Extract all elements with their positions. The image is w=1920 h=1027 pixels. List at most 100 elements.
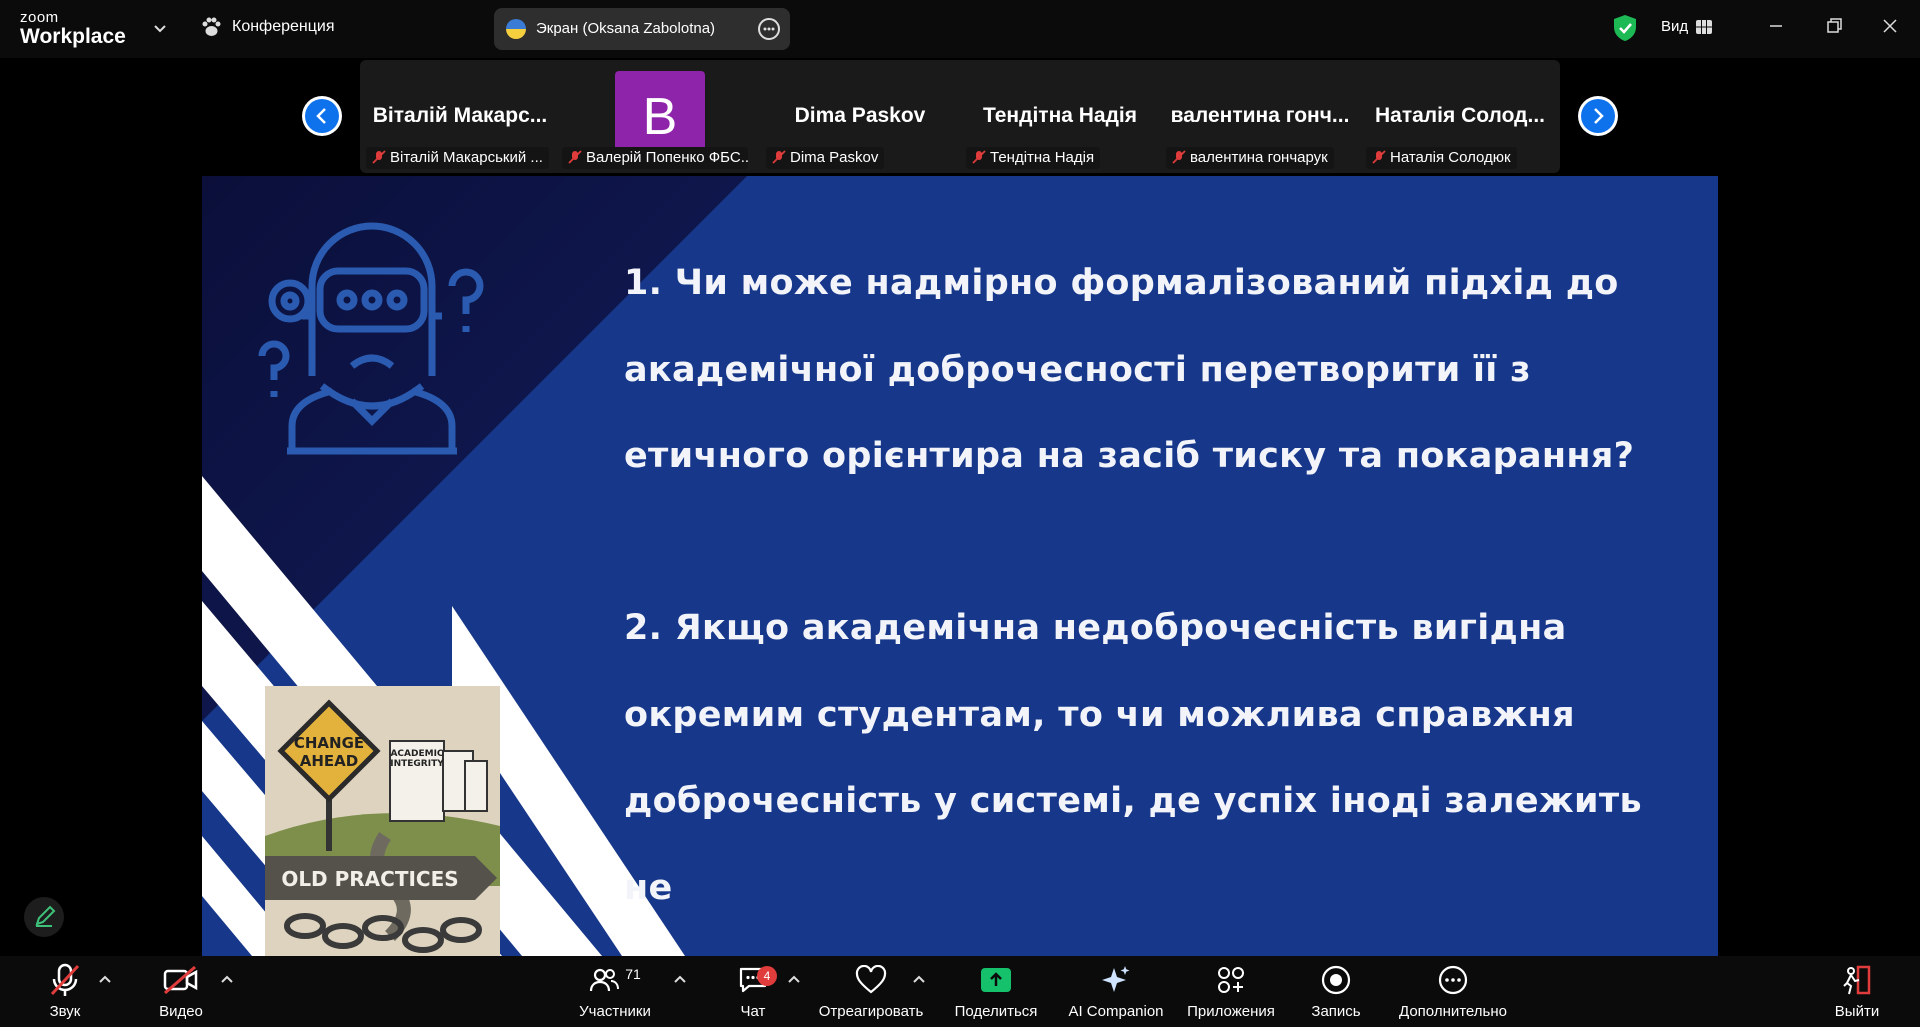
participant-tile[interactable]: Dima Paskov Dima Paskov [762, 60, 958, 173]
leave-button[interactable]: Выйти [1822, 960, 1892, 1020]
chevron-left-icon [316, 108, 326, 124]
audio-button[interactable]: Звук [30, 960, 100, 1020]
change-ahead-illustration: CHANGE AHEAD ACADEMIC INTEGRITY OLD PRAC… [265, 686, 500, 956]
meeting-info-button[interactable]: Конференция [200, 16, 335, 38]
share-label: Поделиться [954, 1003, 1038, 1020]
record-button[interactable]: Запись [1301, 960, 1371, 1020]
participants-label: Участники [579, 1003, 651, 1020]
view-button[interactable]: Вид [1661, 18, 1713, 35]
participant-name-tag: Валерій Попенко ФБС... [562, 147, 748, 169]
chevron-down-icon[interactable] [150, 18, 170, 38]
zoom-workplace-logo: zoom Workplace [20, 10, 126, 47]
doc-academic-text: ACADEMIC [390, 749, 443, 759]
video-button[interactable]: Видео [146, 960, 216, 1020]
old-practices-text: OLD PRACTICES [281, 867, 458, 891]
question-2-line: доброчесність у системі, де успіх іноді … [624, 781, 1642, 908]
participant-name: Валерій Попенко ФБС... [586, 149, 748, 166]
sparkle-icon [1102, 966, 1130, 992]
participants-icon [590, 968, 620, 992]
gallery-next-button[interactable] [1578, 96, 1618, 136]
video-options-caret-icon[interactable] [220, 974, 234, 984]
more-label: Дополнительно [1399, 1003, 1507, 1020]
share-screen-button[interactable]: Поделиться [951, 960, 1041, 1020]
react-options-caret-icon[interactable] [912, 974, 926, 984]
heart-icon [855, 965, 887, 994]
participant-tile[interactable]: валентина гонч... валентина гончарук [1162, 60, 1358, 173]
chat-button[interactable]: Чат [718, 960, 788, 1020]
record-label: Запись [1311, 1003, 1361, 1020]
audio-label: Звук [49, 1003, 81, 1020]
more-options-icon[interactable] [758, 18, 780, 40]
participant-display-name: Наталія Солод... [1375, 104, 1545, 127]
participant-tile[interactable]: Віталій Макарс... Віталій Макарський ... [362, 60, 558, 173]
more-button[interactable]: Дополнительно [1393, 960, 1513, 1020]
participants-options-caret-icon[interactable] [673, 974, 687, 984]
screen-share-indicator[interactable]: Экран (Oksana Zabolotna) [494, 8, 790, 50]
react-label: Отреагировать [818, 1003, 924, 1020]
participant-name: Віталій Макарський ... [390, 149, 543, 166]
audio-options-caret-icon[interactable] [98, 974, 112, 984]
participant-name-tag: Наталія Солодюк [1366, 147, 1517, 169]
minimize-icon[interactable] [1764, 14, 1788, 38]
apps-icon [1218, 967, 1244, 993]
paw-icon [202, 17, 221, 36]
react-button[interactable]: Отреагировать [816, 960, 926, 1020]
leave-label: Выйти [1834, 1003, 1880, 1020]
question-2: 2. Якщо академічна недоброчесність вигід… [624, 585, 1684, 956]
participant-tile[interactable]: Тендітна Надія Тендітна Надія [962, 60, 1158, 173]
pencil-icon [35, 905, 56, 927]
ai-companion-label: AI Companion [1068, 1003, 1164, 1020]
shared-screen-slide: CHANGE AHEAD ACADEMIC INTEGRITY OLD PRAC… [202, 176, 1718, 956]
ai-companion-button[interactable]: AI Companion [1064, 960, 1168, 1020]
mic-muted-icon [50, 963, 80, 996]
logo-workplace-text: Workplace [20, 25, 126, 48]
chevron-right-icon [1594, 108, 1604, 124]
muted-mic-icon [772, 150, 786, 164]
doc-integrity-text: INTEGRITY [390, 759, 444, 769]
chat-unread-badge: 4 [757, 966, 777, 986]
security-shield-icon[interactable] [1612, 14, 1638, 47]
question-2-line: окремим студентам, то чи можлива справжн… [624, 694, 1575, 735]
question-1: 1. Чи може надмірно формалізований підхі… [624, 240, 1684, 500]
grid-view-icon [1696, 19, 1713, 34]
question-1-line: академічної доброчесності перетворити її… [624, 349, 1531, 390]
close-icon[interactable] [1878, 14, 1902, 38]
restore-icon[interactable] [1822, 14, 1846, 38]
participant-name-tag: валентина гончарук [1166, 147, 1334, 169]
participant-name-tag: Dima Paskov [766, 147, 885, 169]
muted-mic-icon [568, 150, 582, 164]
participant-name: Наталія Солодюк [1390, 149, 1511, 166]
leave-icon [1843, 965, 1871, 995]
logo-zoom-text: zoom [20, 9, 59, 26]
question-2-line: 2. Якщо академічна недоброчесність вигід… [624, 608, 1567, 648]
muted-mic-icon [372, 150, 386, 164]
camera-off-icon [163, 965, 198, 995]
meeting-title: Конференция [232, 18, 335, 35]
more-icon [1438, 965, 1468, 995]
share-screen-icon [981, 968, 1011, 992]
participant-tile[interactable]: Наталія Солод... Наталія Солодюк [1362, 60, 1558, 173]
chat-label: Чат [740, 1003, 766, 1020]
apps-button[interactable]: Приложения [1183, 960, 1279, 1020]
muted-mic-icon [972, 150, 986, 164]
sign-ahead-text: AHEAD [300, 752, 358, 770]
question-2-line: від знань, а від уміння обійти правила? [624, 931, 1684, 956]
sign-change-text: CHANGE [294, 734, 364, 752]
video-label: Видео [159, 1003, 203, 1020]
annotate-pencil-button[interactable] [24, 897, 64, 937]
gallery-prev-button[interactable] [302, 96, 342, 136]
participants-button[interactable]: 71 Участники [570, 960, 660, 1020]
flag-icon [506, 19, 526, 39]
muted-mic-icon [1372, 150, 1386, 164]
participant-tile[interactable]: B Валерій Попенко ФБС... [558, 60, 754, 173]
participant-name-tag: Віталій Макарський ... [366, 147, 549, 169]
record-icon [1321, 965, 1351, 995]
muted-mic-icon [1172, 150, 1186, 164]
chat-options-caret-icon[interactable] [787, 974, 801, 984]
participant-display-name: валентина гонч... [1170, 104, 1350, 127]
participant-name: валентина гончарук [1190, 149, 1328, 166]
participant-display-name: Віталій Макарс... [372, 104, 548, 127]
question-1-line: етичного орієнтира на засіб тиску та пок… [624, 436, 1635, 476]
participant-name: Dima Paskov [790, 149, 879, 166]
apps-label: Приложения [1187, 1003, 1275, 1020]
